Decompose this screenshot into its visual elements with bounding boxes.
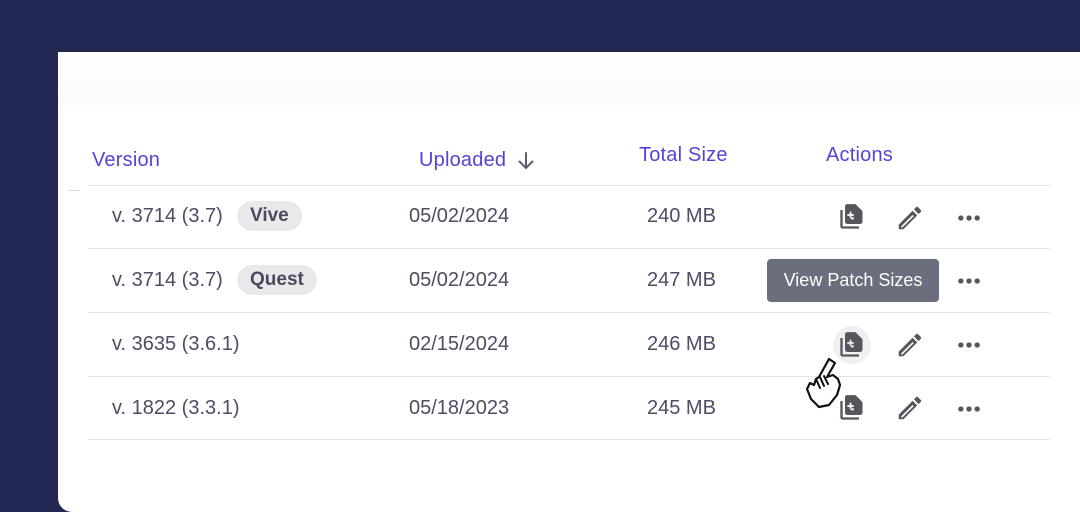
file-diff-icon[interactable]	[838, 203, 866, 231]
platform-badge: Vive	[237, 201, 302, 231]
platform-badge: Quest	[237, 265, 317, 295]
size-cell: 245 MB	[647, 397, 716, 419]
more-horizontal-icon[interactable]	[955, 331, 983, 359]
tooltip-view-patch-sizes: View Patch Sizes	[767, 259, 939, 302]
pencil-icon[interactable]	[895, 330, 925, 360]
version-cell: v. 3635 (3.6.1)	[112, 333, 240, 355]
version-cell: v. 1822 (3.3.1)	[112, 397, 240, 419]
column-header-uploaded[interactable]: Uploaded	[419, 149, 536, 172]
pencil-icon[interactable]	[895, 393, 925, 423]
uploaded-cell: 05/02/2024	[409, 205, 510, 227]
row-divider	[88, 248, 1050, 249]
versions-card: Version Uploaded Total Size Actions v. 3…	[58, 52, 1080, 512]
more-horizontal-icon[interactable]	[955, 267, 983, 295]
uploaded-cell: 05/18/2023	[409, 397, 510, 419]
arrow-down-icon	[518, 151, 534, 170]
column-header-total-size[interactable]: Total Size	[639, 144, 728, 167]
column-header-uploaded-label: Uploaded	[419, 149, 507, 171]
version-cell: v. 3714 (3.7)	[112, 205, 223, 227]
row-divider	[88, 312, 1050, 313]
more-horizontal-icon[interactable]	[955, 204, 983, 232]
hand-pointer-icon	[805, 357, 842, 409]
card-header-area	[58, 52, 1080, 112]
row-divider	[88, 376, 1050, 377]
pencil-icon[interactable]	[895, 203, 925, 233]
column-header-version[interactable]: Version	[92, 149, 160, 172]
size-cell: 247 MB	[647, 269, 716, 291]
row-divider	[88, 439, 1050, 440]
column-header-actions: Actions	[826, 144, 893, 166]
uploaded-cell: 05/02/2024	[409, 269, 510, 291]
header-tick	[68, 190, 80, 191]
size-cell: 246 MB	[647, 333, 716, 355]
version-cell: v. 3714 (3.7)	[112, 269, 223, 291]
header-divider	[88, 185, 1050, 186]
more-horizontal-icon[interactable]	[955, 395, 983, 423]
uploaded-cell: 02/15/2024	[409, 333, 510, 355]
size-cell: 240 MB	[647, 205, 716, 227]
